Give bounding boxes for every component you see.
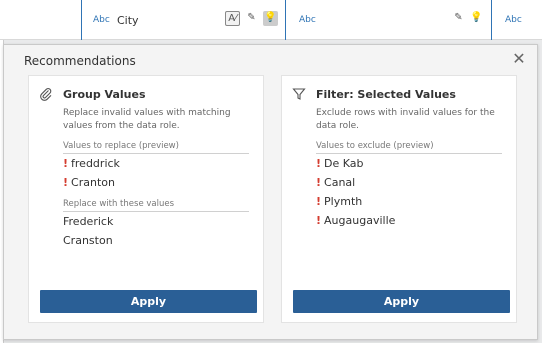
invalid-value: ! Cranton xyxy=(63,176,115,189)
column-header-0[interactable] xyxy=(0,0,82,40)
data-role-icon[interactable]: A⁄ xyxy=(225,11,240,26)
invalid-value: ! Plymth xyxy=(316,195,363,208)
filter-icon xyxy=(292,87,306,101)
filter-selected-values-card: Filter: Selected Values Exclude rows wit… xyxy=(281,75,517,323)
column-header-2[interactable]: Abc ✎ 💡 xyxy=(287,0,492,40)
recommendations-dialog: Recommendations ✕ Group Values Replace i… xyxy=(3,44,538,340)
lightbulb-icon[interactable]: 💡 xyxy=(469,11,484,26)
invalid-value: ! freddrick xyxy=(63,157,120,170)
paperclip-icon xyxy=(39,87,53,101)
values-to-replace-label: Values to replace (preview) xyxy=(63,141,249,154)
invalid-marker-icon: ! xyxy=(63,176,69,189)
close-icon[interactable]: ✕ xyxy=(511,51,527,67)
invalid-marker-icon: ! xyxy=(63,157,69,170)
card-description: Exclude rows with invalid values for the… xyxy=(316,108,495,131)
invalid-marker-icon: ! xyxy=(316,157,322,170)
string-type-icon[interactable]: Abc xyxy=(299,15,316,25)
replace-with-label: Replace with these values xyxy=(63,199,249,212)
string-type-icon[interactable]: Abc xyxy=(93,15,110,25)
replacement-value: Cranston xyxy=(63,234,113,247)
group-values-card: Group Values Replace invalid values with… xyxy=(28,75,264,323)
string-type-icon[interactable]: Abc xyxy=(505,15,522,25)
edit-icon[interactable]: ✎ xyxy=(244,11,259,26)
column-header-city[interactable]: Abc City A⁄ ✎ 💡 xyxy=(83,0,286,40)
replacement-value: Frederick xyxy=(63,215,114,228)
values-to-exclude-label: Values to exclude (preview) xyxy=(316,141,502,154)
apply-group-values-button[interactable]: Apply xyxy=(40,290,257,313)
column-header-3[interactable]: Abc xyxy=(493,0,542,40)
invalid-value: ! Augaugaville xyxy=(316,214,396,227)
card-title: Group Values xyxy=(63,88,146,101)
invalid-marker-icon: ! xyxy=(316,195,322,208)
card-description: Replace invalid values with matching val… xyxy=(63,108,231,131)
column-header-strip: Abc City A⁄ ✎ 💡 Abc ✎ 💡 Abc xyxy=(0,0,542,40)
lightbulb-icon[interactable]: 💡 xyxy=(263,11,278,26)
edit-icon[interactable]: ✎ xyxy=(451,11,466,26)
card-title: Filter: Selected Values xyxy=(316,88,456,101)
apply-filter-button[interactable]: Apply xyxy=(293,290,510,313)
invalid-marker-icon: ! xyxy=(316,214,322,227)
invalid-value: ! De Kab xyxy=(316,157,364,170)
dialog-title: Recommendations xyxy=(24,54,136,68)
column-name[interactable]: City xyxy=(117,14,139,27)
invalid-marker-icon: ! xyxy=(316,176,322,189)
invalid-value: ! Canal xyxy=(316,176,356,189)
